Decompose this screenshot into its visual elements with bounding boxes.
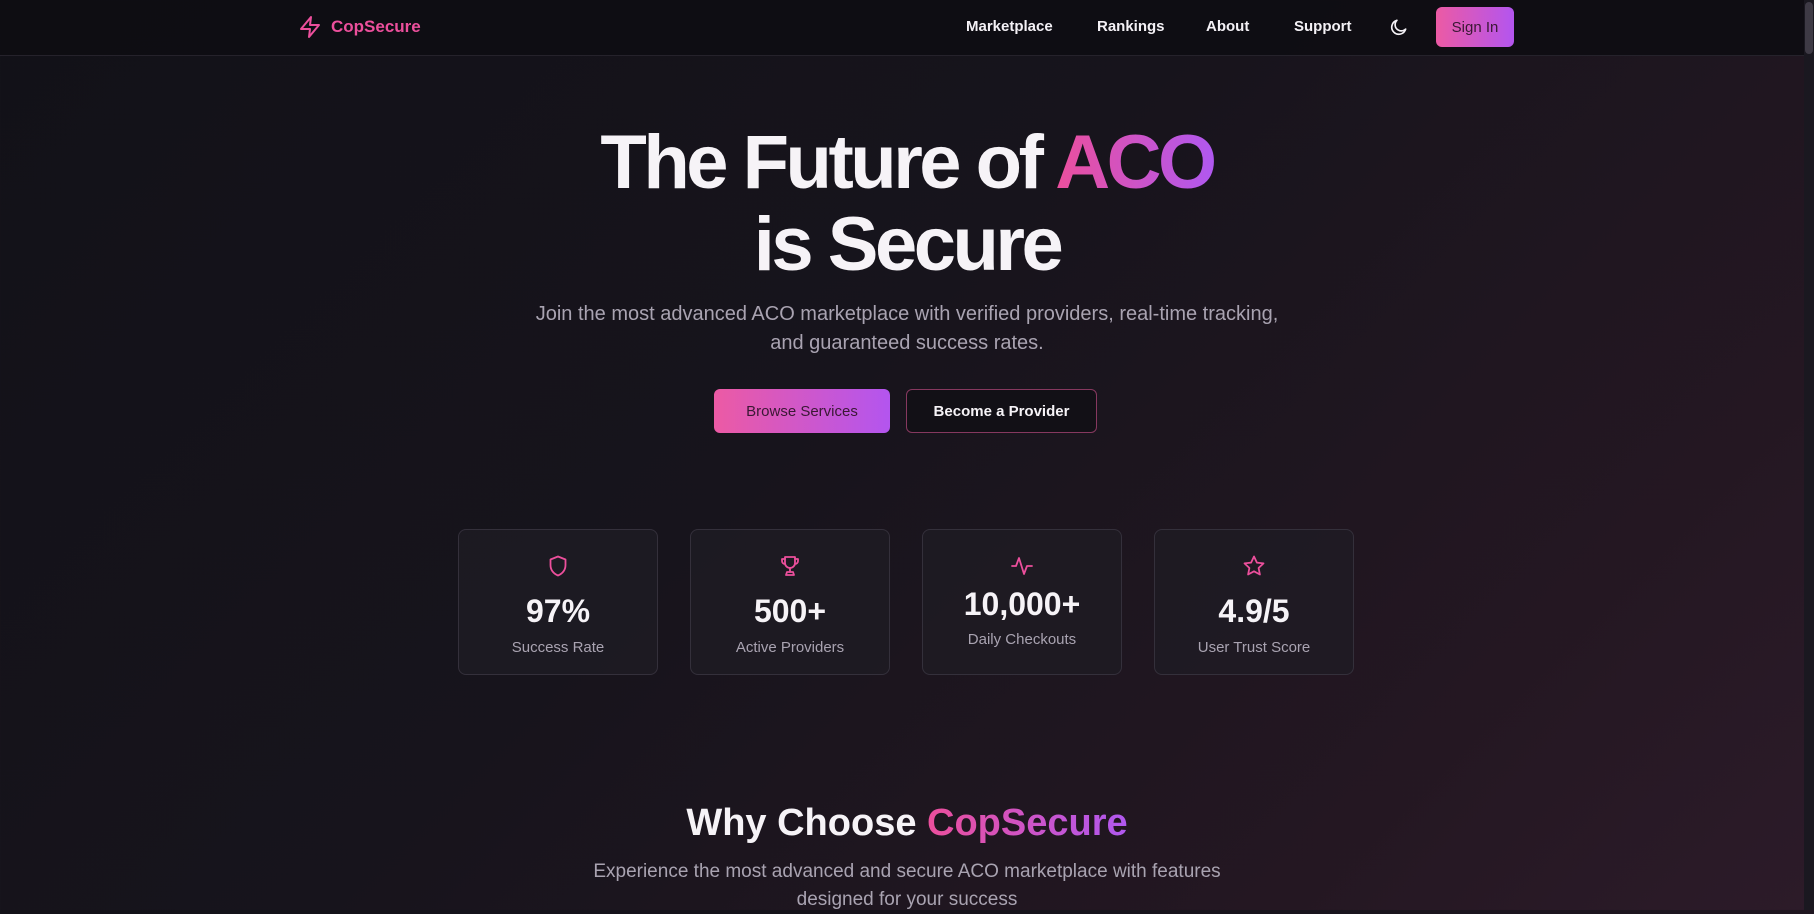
brand-name: CopSecure xyxy=(331,17,421,36)
why-choose-subtitle: Experience the most advanced and secure … xyxy=(593,861,1221,910)
stat-card-active-providers: 500+ Active Providers xyxy=(690,529,890,675)
stat-card-daily-checkouts: 10,000+ Daily Checkouts xyxy=(922,529,1122,675)
moon-icon xyxy=(1390,19,1407,36)
stat-label: Success Rate xyxy=(511,639,605,656)
trophy-icon xyxy=(781,556,799,576)
star-icon xyxy=(1243,555,1265,576)
lightning-bolt-icon xyxy=(300,16,320,38)
hero-title-line2: is Secure xyxy=(753,202,1064,287)
stat-label: User Trust Score xyxy=(1197,639,1311,656)
hero-title-text: The Future of xyxy=(600,120,1044,205)
stat-value: 4.9/5 xyxy=(1218,593,1290,629)
why-title-accent: CopSecure xyxy=(927,802,1128,844)
hero-title: The Future of ACO is Secure xyxy=(0,122,1814,286)
why-title-text: Why Choose xyxy=(686,802,917,844)
stat-value: 500+ xyxy=(753,593,827,629)
nav-link-about[interactable]: About xyxy=(1206,17,1249,37)
hero-subtitle: Join the most advanced ACO marketplace w… xyxy=(535,303,1279,354)
stat-card-success-rate: 97% Success Rate xyxy=(458,529,658,675)
sign-in-button[interactable]: Sign In xyxy=(1436,7,1514,47)
nav-link-support[interactable]: Support xyxy=(1294,17,1352,37)
top-navbar: CopSecure Marketplace Rankings About Sup… xyxy=(0,0,1814,56)
theme-toggle-button[interactable] xyxy=(1388,16,1410,38)
nav-link-rankings[interactable]: Rankings xyxy=(1097,17,1165,37)
scrollbar-thumb[interactable] xyxy=(1805,2,1813,54)
stat-value: 10,000+ xyxy=(963,586,1081,622)
shield-icon xyxy=(549,555,567,577)
page-scrollbar[interactable] xyxy=(1804,0,1814,910)
stat-card-user-trust-score: 4.9/5 User Trust Score xyxy=(1154,529,1354,675)
hero-title-accent: ACO xyxy=(1055,120,1217,205)
stat-label: Daily Checkouts xyxy=(967,631,1077,648)
nav-link-marketplace[interactable]: Marketplace xyxy=(966,17,1053,37)
stat-value: 97% xyxy=(525,593,591,629)
become-provider-button[interactable]: Become a Provider xyxy=(906,389,1097,433)
browse-services-button[interactable]: Browse Services xyxy=(714,389,890,433)
activity-icon xyxy=(1011,557,1033,575)
stat-label: Active Providers xyxy=(735,639,845,656)
brand-logo-link[interactable]: CopSecure xyxy=(298,14,421,40)
why-choose-heading: Why Choose CopSecure xyxy=(0,800,1814,846)
